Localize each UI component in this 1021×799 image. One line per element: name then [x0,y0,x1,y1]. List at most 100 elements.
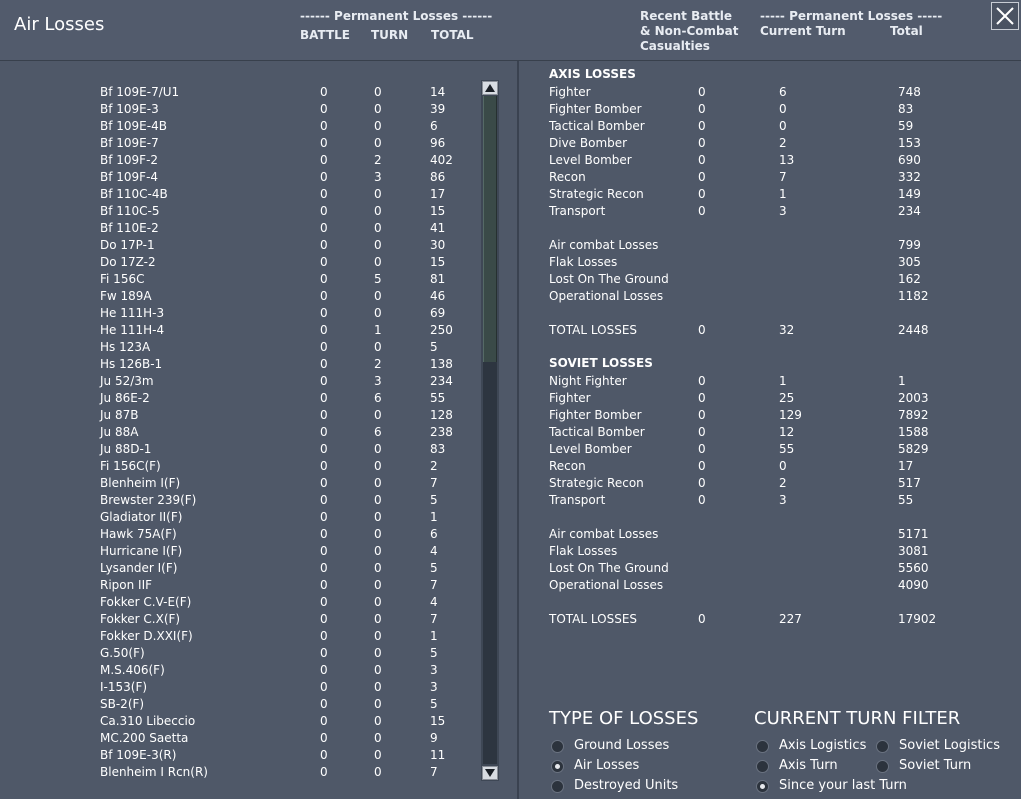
battle-value: 0 [320,85,328,99]
recent-value: 0 [698,408,706,422]
type-name: Recon [549,459,586,473]
total-value: 15 [430,204,446,218]
turn-value: 0 [374,714,382,728]
battle-value: 0 [320,374,328,388]
current-turn-value: 0 [779,459,787,473]
turn-value: 5 [374,272,382,286]
type-name: Dive Bomber [549,136,628,150]
battle-value: 0 [320,425,328,439]
recent-value: 0 [698,119,706,133]
axis-losses-heading: AXIS LOSSES [549,67,636,81]
since-last-turn-radio[interactable] [756,780,769,793]
close-icon [996,7,1014,25]
battle-value: 0 [320,527,328,541]
type-name: Fighter [549,391,591,405]
total-value: 5829 [898,442,929,456]
turn-value: 0 [374,289,382,303]
type-name: Fighter Bomber [549,408,642,422]
air-losses-radio[interactable] [551,760,564,773]
aircraft-name: Fokker C.V-E(F) [100,595,192,609]
total-value: 30 [430,238,446,252]
current-turn-value: 32 [779,323,795,337]
turn-value: 0 [374,578,382,592]
scroll-down-button[interactable] [482,766,498,780]
col-total-header-right: Total [890,24,923,38]
total-value: 17 [430,187,446,201]
axis-turn-label[interactable]: Axis Turn [779,758,838,773]
axis-logistics-label[interactable]: Axis Logistics [779,738,866,753]
battle-value: 0 [320,102,328,116]
total-value: 748 [898,85,921,99]
total-value: 11 [430,748,446,762]
soviet-logistics-label[interactable]: Soviet Logistics [899,738,1000,753]
cause-name: Lost On The Ground [549,561,669,575]
aircraft-name: Ripon IIF [100,578,153,592]
turn-value: 0 [374,731,382,745]
battle-value: 0 [320,170,328,184]
scrollbar-thumb[interactable] [483,96,497,362]
turn-value: 0 [374,646,382,660]
turn-value: 3 [374,170,382,184]
recent-value: 0 [698,459,706,473]
axis-turn-radio[interactable] [756,760,769,773]
cause-name: Operational Losses [549,289,664,303]
current-turn-value: 12 [779,425,795,439]
destroyed-units-radio[interactable] [551,780,564,793]
axis-logistics-radio[interactable] [756,740,769,753]
soviet-logistics-radio[interactable] [876,740,889,753]
aircraft-name: Bf 109E-7/U1 [100,85,180,99]
type-of-losses-heading: TYPE OF LOSSES [549,708,699,729]
aircraft-name: Bf 109F-2 [100,153,159,167]
total-value: 7 [430,765,438,779]
total-value: 83 [430,442,446,456]
close-button[interactable] [991,2,1019,30]
cause-name: Air combat Losses [549,238,659,252]
cause-name: Flak Losses [549,544,618,558]
scroll-up-button[interactable] [482,81,498,95]
turn-value: 0 [374,595,382,609]
turn-value: 0 [374,510,382,524]
battle-value: 0 [320,765,328,779]
recent-value: 0 [698,136,706,150]
header-bar: Air Losses ------ Permanent Losses -----… [0,0,1021,61]
air-losses-label[interactable]: Air Losses [574,758,639,773]
battle-value: 0 [320,221,328,235]
total-value: 6 [430,527,438,541]
since-last-turn-label[interactable]: Since your last Turn [779,778,907,793]
turn-value: 0 [374,221,382,235]
total-value: 1588 [898,425,929,439]
type-name: Transport [549,493,606,507]
soviet-turn-label[interactable]: Soviet Turn [899,758,971,773]
ground-losses-radio[interactable] [551,740,564,753]
current-turn-value: 227 [779,612,802,626]
battle-value: 0 [320,340,328,354]
turn-value: 1 [374,323,382,337]
ground-losses-label[interactable]: Ground Losses [574,738,669,753]
battle-value: 0 [320,714,328,728]
soviet-turn-radio[interactable] [876,760,889,773]
battle-value: 0 [320,595,328,609]
total-value: 83 [898,102,914,116]
aircraft-name: Fw 189A [100,289,152,303]
battle-value: 0 [320,680,328,694]
recent-casualties-header-3: Casualties [640,39,710,53]
battle-value: 0 [320,646,328,660]
battle-value: 0 [320,459,328,473]
recent-value: 0 [698,425,706,439]
total-value: 5171 [898,527,929,541]
current-turn-value: 129 [779,408,802,422]
aircraft-name: Hawk 75A(F) [100,527,177,541]
total-value: 59 [898,119,914,133]
aircraft-name: Lysander I(F) [100,561,178,575]
turn-value: 0 [374,544,382,558]
battle-value: 0 [320,153,328,167]
aircraft-name: Bf 109E-4B [100,119,167,133]
total-value: 162 [898,272,921,286]
total-value: 7892 [898,408,929,422]
total-value: 15 [430,255,446,269]
turn-value: 3 [374,374,382,388]
destroyed-units-label[interactable]: Destroyed Units [574,778,678,793]
total-value: 3 [430,680,438,694]
turn-value: 0 [374,408,382,422]
battle-value: 0 [320,476,328,490]
